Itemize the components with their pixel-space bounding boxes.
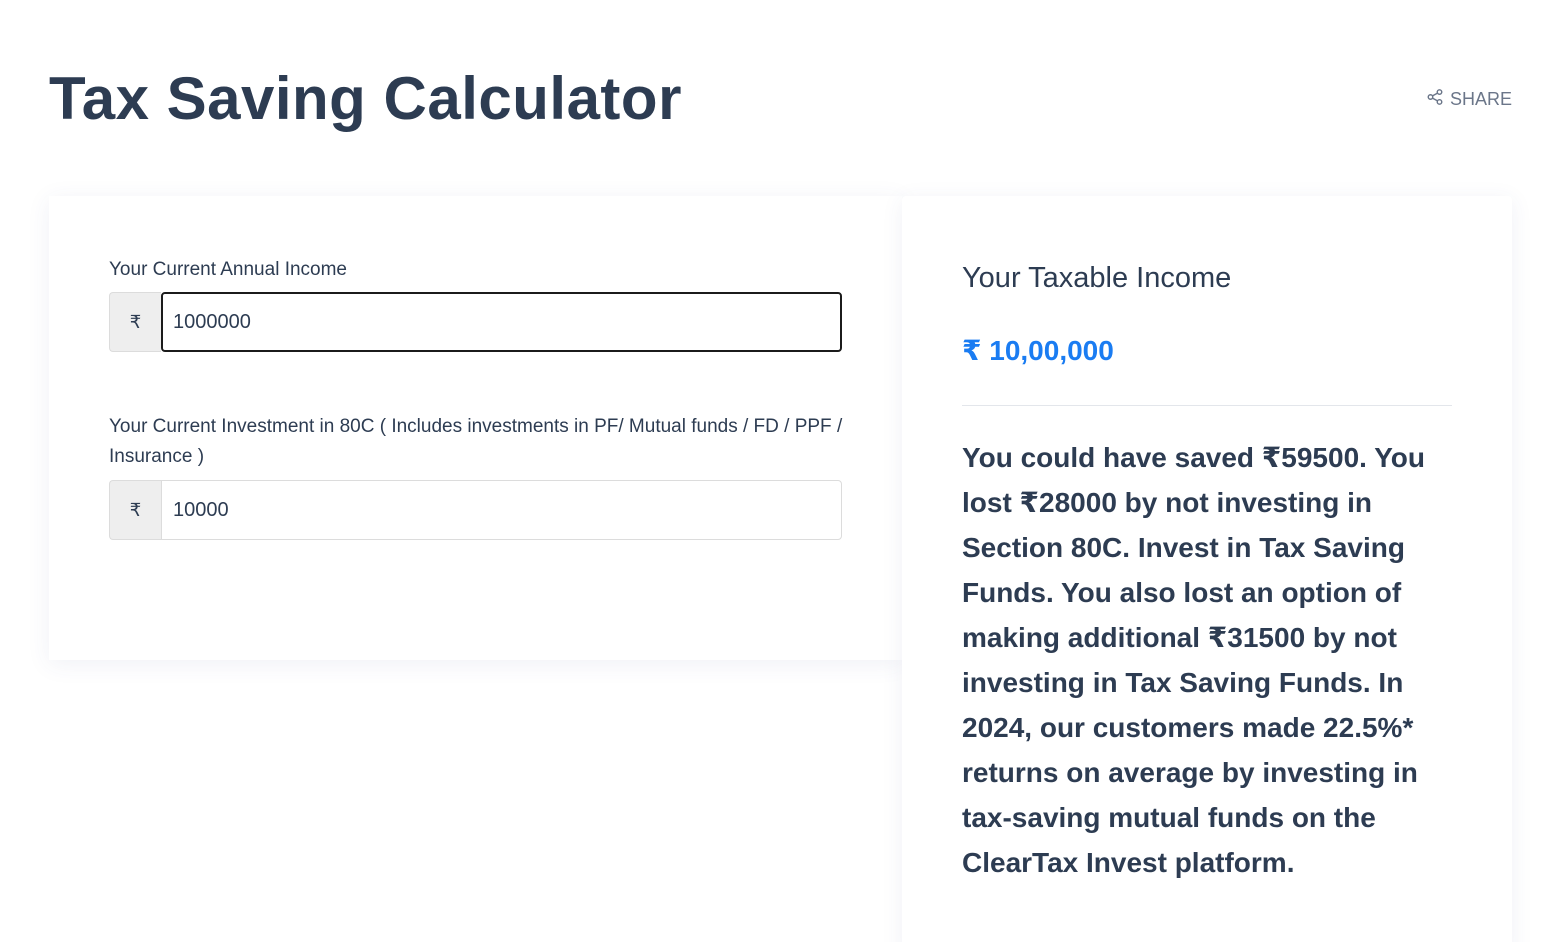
savings-message: You could have saved ₹59500. You lost ₹2… <box>962 442 1425 878</box>
rupee-addon: ₹ <box>109 292 161 352</box>
share-button[interactable]: SHARE <box>1426 88 1512 110</box>
taxable-income-label: Your Taxable Income <box>962 262 1232 294</box>
income-input-group: ₹ <box>109 292 842 352</box>
investment-input[interactable] <box>161 480 842 540</box>
page: Tax Saving Calculator SHARE Your Current… <box>0 0 1555 942</box>
calculator-inputs-card: Your Current Annual Income ₹ Your Curren… <box>49 196 902 660</box>
share-label: SHARE <box>1450 88 1513 109</box>
investment-label: Your Current Investment in 80C ( Include… <box>109 416 843 467</box>
divider <box>962 405 1452 406</box>
rupee-addon: ₹ <box>109 480 161 540</box>
income-label: Your Current Annual Income <box>109 259 348 280</box>
investment-input-group: ₹ <box>109 480 842 540</box>
income-input[interactable] <box>161 292 842 352</box>
share-icon <box>1426 88 1444 111</box>
taxable-income-value: ₹ 10,00,000 <box>962 335 1114 366</box>
page-title: Tax Saving Calculator <box>49 65 682 132</box>
result-card: Your Taxable Income ₹ 10,00,000 You coul… <box>902 196 1512 942</box>
